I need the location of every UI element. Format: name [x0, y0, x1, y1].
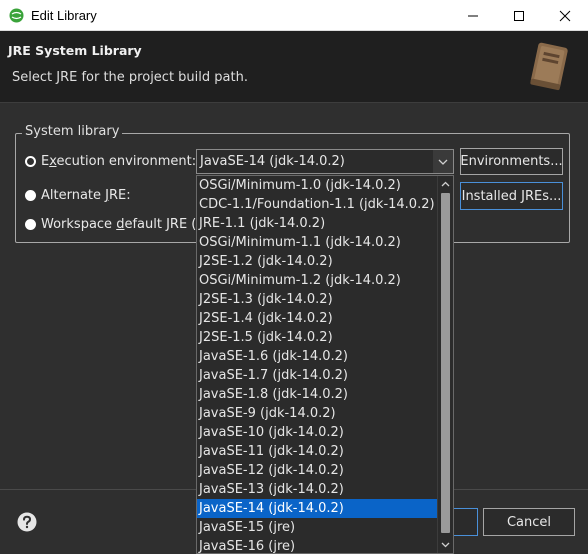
system-library-label: System library [22, 124, 123, 139]
dropdown-item[interactable]: CDC-1.1/Foundation-1.1 (jdk-14.0.2) [197, 195, 437, 214]
dropdown-item[interactable]: J2SE-1.3 (jdk-14.0.2) [197, 290, 437, 309]
alternate-jre-label: Alternate JRE: [41, 188, 131, 203]
environments-button[interactable]: Environments... [460, 148, 563, 175]
installed-jres-button[interactable]: Installed JREs... [460, 182, 563, 210]
radio-selected-icon [25, 156, 36, 167]
dropdown-item[interactable]: JavaSE-16 (jre) [197, 537, 437, 553]
dialog-header: JRE System Library Select JRE for the pr… [0, 31, 588, 103]
close-icon [559, 10, 571, 21]
dropdown-item[interactable]: OSGi/Minimum-1.2 (jdk-14.0.2) [197, 271, 437, 290]
dropdown-item[interactable]: JavaSE-13 (jdk-14.0.2) [197, 480, 437, 499]
dropdown-item[interactable]: JavaSE-1.6 (jdk-14.0.2) [197, 347, 437, 366]
dropdown-item[interactable]: JavaSE-1.7 (jdk-14.0.2) [197, 366, 437, 385]
scroll-up-arrow-icon[interactable] [438, 176, 453, 192]
minimize-icon [468, 15, 478, 16]
header-subtitle: Select JRE for the project build path. [12, 70, 248, 85]
library-book-icon [530, 42, 568, 91]
close-button[interactable] [542, 0, 588, 31]
radio-unselected-icon [25, 219, 36, 230]
dropdown-item[interactable]: JRE-1.1 (jdk-14.0.2) [197, 214, 437, 233]
environment-dropdown-list[interactable]: OSGi/Minimum-1.0 (jdk-14.0.2) CDC-1.1/Fou… [196, 175, 454, 554]
workspace-default-radio[interactable]: Workspace default JRE (jd [25, 217, 208, 232]
dropdown-item[interactable]: J2SE-1.2 (jdk-14.0.2) [197, 252, 437, 271]
dropdown-items: OSGi/Minimum-1.0 (jdk-14.0.2) CDC-1.1/Fou… [197, 176, 437, 553]
window-title: Edit Library [31, 8, 97, 23]
dropdown-item[interactable]: JavaSE-11 (jdk-14.0.2) [197, 442, 437, 461]
dropdown-item[interactable]: JavaSE-10 (jdk-14.0.2) [197, 423, 437, 442]
execution-environment-radio[interactable]: Execution environment: [25, 154, 196, 169]
dropdown-item[interactable]: JavaSE-12 (jdk-14.0.2) [197, 461, 437, 480]
dropdown-item[interactable]: JavaSE-9 (jdk-14.0.2) [197, 404, 437, 423]
finish-button-edge[interactable] [454, 508, 478, 536]
chevron-down-icon[interactable] [433, 150, 453, 173]
scrollbar-thumb[interactable] [441, 193, 450, 533]
title-bar: Edit Library [0, 0, 588, 31]
dropdown-item[interactable]: J2SE-1.5 (jdk-14.0.2) [197, 328, 437, 347]
help-icon[interactable] [17, 512, 37, 532]
cancel-button[interactable]: Cancel [483, 508, 575, 536]
scroll-down-arrow-icon[interactable] [438, 537, 453, 553]
minimize-button[interactable] [450, 0, 496, 31]
dropdown-scrollbar[interactable] [437, 176, 453, 553]
header-title: JRE System Library [8, 43, 142, 58]
combo-value: JavaSE-14 (jdk-14.0.2) [200, 154, 345, 169]
dropdown-item[interactable]: OSGi/Minimum-1.0 (jdk-14.0.2) [197, 176, 437, 195]
dropdown-item[interactable]: JavaSE-14 (jdk-14.0.2) [197, 499, 437, 518]
alternate-jre-radio[interactable]: Alternate JRE: [25, 188, 131, 203]
eclipse-app-icon [9, 8, 24, 23]
maximize-icon [514, 10, 524, 21]
workspace-default-label: Workspace default JRE (jd [41, 217, 209, 232]
maximize-button[interactable] [496, 0, 542, 31]
dropdown-item[interactable]: J2SE-1.4 (jdk-14.0.2) [197, 309, 437, 328]
execution-environment-label: Execution environment: [41, 154, 197, 169]
dropdown-item[interactable]: JavaSE-15 (jre) [197, 518, 437, 537]
radio-unselected-icon [25, 190, 36, 201]
dropdown-item[interactable]: OSGi/Minimum-1.1 (jdk-14.0.2) [197, 233, 437, 252]
dropdown-item[interactable]: JavaSE-1.8 (jdk-14.0.2) [197, 385, 437, 404]
execution-environment-combo[interactable]: JavaSE-14 (jdk-14.0.2) [196, 149, 454, 174]
